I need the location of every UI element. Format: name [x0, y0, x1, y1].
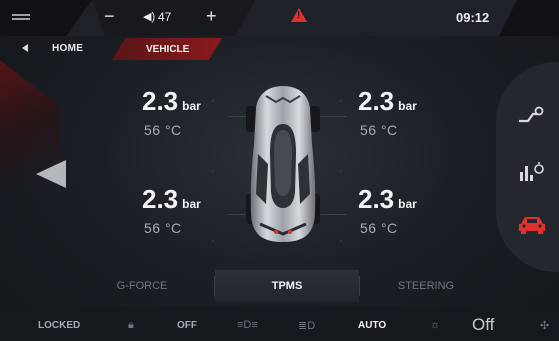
clock: 09:12 [456, 10, 490, 25]
pressure-unit: bar [182, 99, 201, 113]
brightness-icon[interactable]: ☼ [430, 319, 440, 331]
speaker-icon: ◀) [143, 11, 156, 23]
tire-pressure-front-left: 2.3 bar [142, 86, 201, 117]
route-icon[interactable] [518, 106, 544, 124]
tab-tpms[interactable]: TPMS [215, 270, 359, 302]
tire-pressure-rear-left: 2.3 bar [142, 184, 201, 215]
back-arrow-icon[interactable] [22, 44, 28, 52]
lock-icon[interactable]: 🔒︎ [128, 319, 134, 332]
breadcrumb-vehicle[interactable]: VEHICLE [112, 38, 222, 60]
tab-g-force[interactable]: G-FORCE [70, 270, 214, 302]
pressure-value: 2.3 [358, 184, 395, 214]
top-bar-right-panel [499, 0, 559, 36]
grid-dot [340, 240, 342, 242]
volume-up-button[interactable]: + [206, 6, 217, 27]
grid-dot [212, 240, 214, 242]
fan-status[interactable]: Off [472, 315, 494, 335]
tire-temp-rear-right: 56 °C [360, 220, 398, 236]
bottom-status-bar: LOCKED 🔒︎ OFF ≡D≡ ≣D AUTO ☼ Off ✣ [0, 307, 559, 341]
tab-steering[interactable]: STEERING [354, 270, 498, 302]
fan-icon[interactable]: ✣ [540, 319, 549, 332]
tire-temp-front-right: 56 °C [360, 122, 398, 138]
menu-icon[interactable] [12, 14, 30, 16]
top-bar: − ◀) 47 + 09:12 [0, 0, 559, 36]
light-off-status[interactable]: OFF [177, 320, 197, 331]
pressure-value: 2.3 [142, 184, 179, 214]
parking-lights-icon[interactable]: ≡D≡ [237, 319, 258, 331]
pressure-unit: bar [398, 197, 417, 211]
grid-dot [340, 170, 342, 172]
volume-down-button[interactable]: − [104, 6, 115, 27]
pressure-unit: bar [398, 99, 417, 113]
grid-dot [212, 100, 214, 102]
low-beam-icon[interactable]: ≣D [298, 319, 315, 332]
car-icon[interactable] [518, 214, 546, 234]
tire-pressure-rear-right: 2.3 bar [358, 184, 417, 215]
breadcrumb-vehicle-label: VEHICLE [146, 44, 190, 55]
tire-pressure-front-right: 2.3 bar [358, 86, 417, 117]
warning-icon[interactable] [291, 8, 307, 22]
volume-area [92, 0, 255, 36]
pressure-value: 2.3 [142, 86, 179, 116]
tire-temp-rear-left: 56 °C [144, 220, 182, 236]
tire-temp-front-left: 56 °C [144, 122, 182, 138]
view-tabs: G-FORCE TPMS STEERING [60, 270, 496, 302]
chart-timer-icon[interactable] [518, 160, 544, 182]
pressure-value: 2.3 [358, 86, 395, 116]
previous-page-arrow-icon[interactable] [36, 160, 66, 188]
pressure-unit: bar [182, 197, 201, 211]
auto-light-status[interactable]: AUTO [358, 320, 386, 331]
grid-dot [212, 170, 214, 172]
car-top-view-image [246, 86, 320, 242]
lock-status[interactable]: LOCKED [38, 320, 80, 331]
vehicle-tpms-screen: − ◀) 47 + 09:12 HOME VEHICLE 2.3bar 56 °… [0, 0, 559, 341]
breadcrumb-home[interactable]: HOME [52, 43, 83, 54]
top-bar-left-panel [0, 0, 92, 36]
volume-value: 47 [158, 10, 172, 24]
grid-dot [340, 100, 342, 102]
breadcrumb: HOME VEHICLE [0, 38, 230, 60]
